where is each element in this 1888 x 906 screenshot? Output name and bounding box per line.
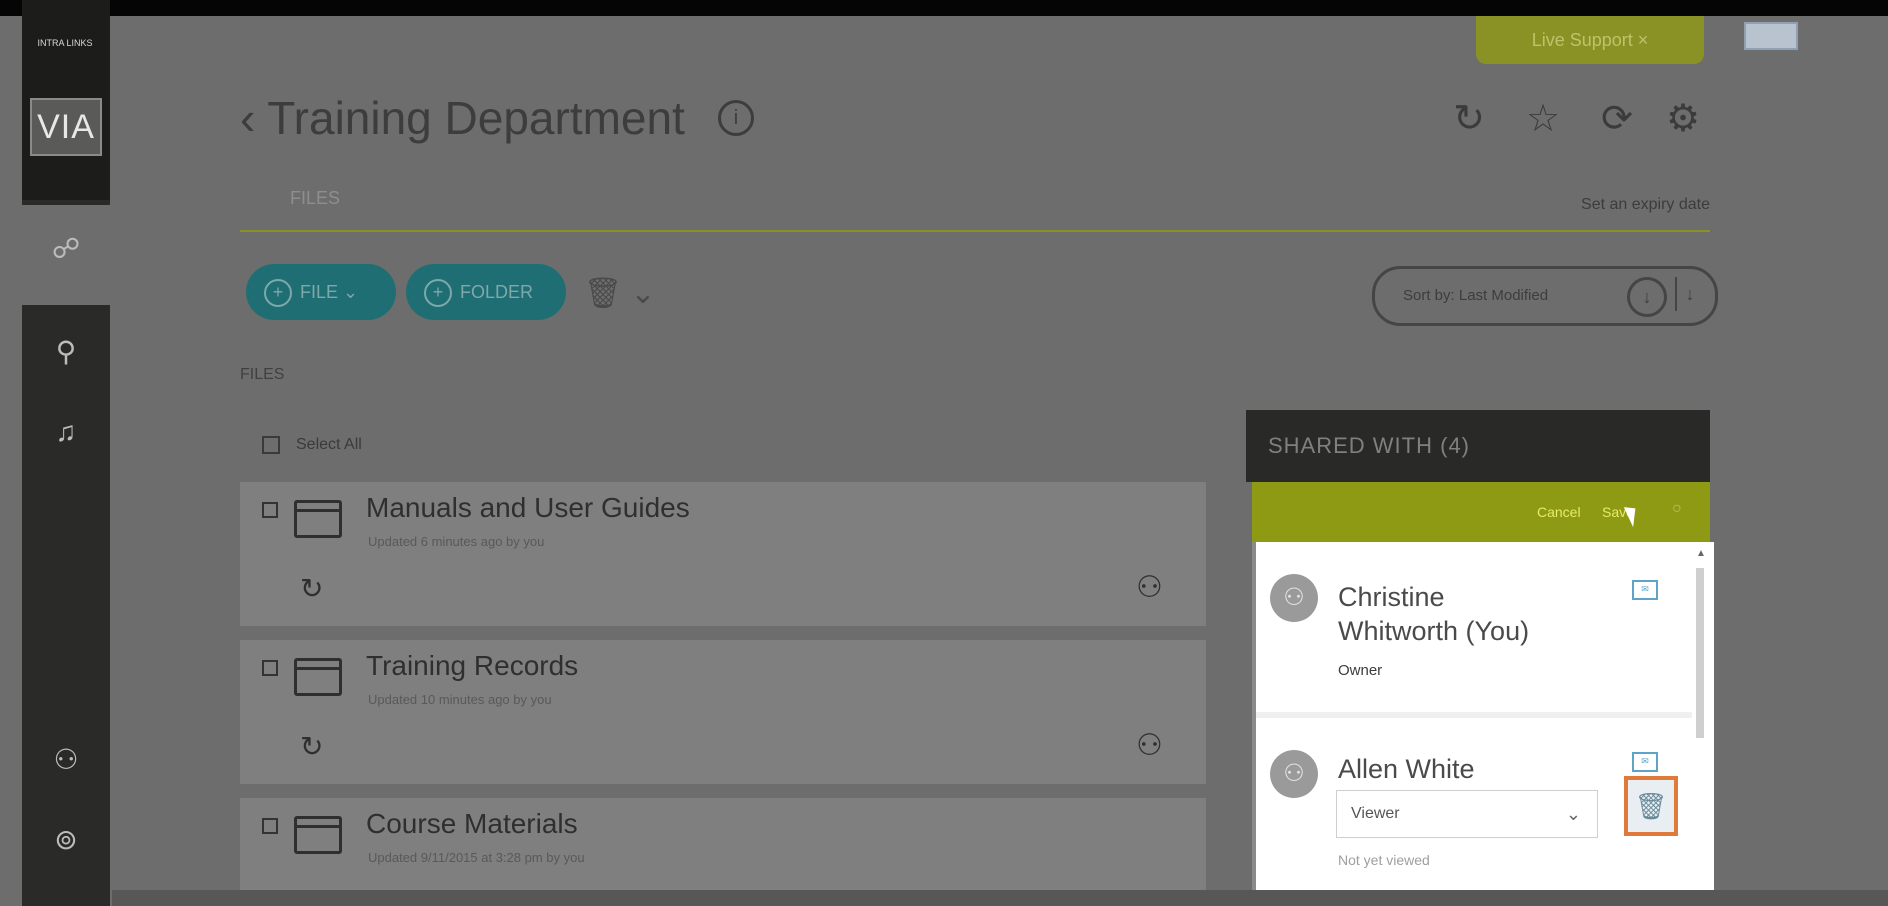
add-file-button[interactable]: + FILE ⌄ [246,264,396,320]
sidebar-item-workspaces[interactable]: ☍ [22,205,110,305]
close-icon[interactable]: ○ [1672,500,1682,518]
trash-icon: 🗑 [1634,791,1668,821]
delete-dropdown-icon[interactable]: 🗑 ⌄ [584,276,656,311]
share-panel-header: SHARED WITH (4) [1246,410,1710,482]
avatar: ⚇ [1270,750,1318,798]
row-checkbox[interactable] [262,660,278,676]
workspaces-icon: ☍ [51,233,81,264]
select-all[interactable]: Select All [262,436,362,454]
share-list-scrollbar[interactable]: ▲ [1692,548,1708,748]
logo-area: INTRA LINKS VIA [22,0,110,200]
logo[interactable]: VIA [30,98,102,156]
user-icon[interactable]: ⚇ [1136,570,1163,605]
sync-icon[interactable]: ↻ [300,730,323,763]
list-item[interactable]: Manuals and User Guides Updated 6 minute… [240,482,1206,626]
corner-thumbnail [1744,22,1798,50]
chevron-down-icon: ⌄ [1565,804,1581,824]
share-panel-title: SHARED WITH (4) [1268,433,1470,458]
email-icon[interactable]: ✉ [1632,752,1658,772]
scroll-up-icon[interactable]: ▲ [1696,548,1706,559]
role-select-value: Viewer [1351,805,1400,822]
files-section-label: FILES [240,366,285,383]
folder-name[interactable]: Training Records [366,650,578,682]
folder-updated: Updated 10 minutes ago by you [368,692,552,707]
folder-name[interactable]: Manuals and User Guides [366,492,690,524]
live-support-label: Live Support [1531,30,1633,50]
share-action-bar: Cancel Save ○ [1252,482,1710,542]
screen: INTRA LINKS VIA ☍ ⚲ ♫ ⚇ ⊚ Live Support ×… [0,0,1888,906]
sync-off-icon[interactable]: ↻ [1446,96,1492,142]
star-icon[interactable]: ☆ [1520,96,1566,142]
folder-updated: Updated 9/11/2015 at 3:28 pm by you [368,850,585,865]
user-icon[interactable]: ⚇ [44,738,88,782]
remove-user-button[interactable]: 🗑 [1624,776,1678,836]
back-chevron-icon[interactable]: ‹ [240,92,267,144]
logo-top-text: INTRA LINKS [37,38,93,48]
help-icon[interactable]: ⊚ [44,818,88,862]
user-role: Owner [1338,662,1383,679]
gear-icon[interactable]: ⚙ [1660,96,1706,142]
select-all-checkbox[interactable] [262,436,280,454]
role-select[interactable]: Viewer ⌄ [1336,790,1598,838]
user-name-line1: Christine [1338,582,1445,612]
sort-direction-icon[interactable]: ↓ [1675,277,1703,311]
email-icon[interactable]: ✉ [1632,580,1658,600]
scroll-thumb[interactable] [1696,568,1704,738]
sync-off-icon[interactable]: ↻ [300,572,323,605]
search-icon[interactable]: ⚲ [44,330,88,374]
row-checkbox[interactable] [262,818,278,834]
user-name-line2: Whitworth (You) [1338,616,1530,646]
top-border [0,0,1888,16]
avatar: ⚇ [1270,574,1318,622]
info-icon[interactable]: i [718,100,754,136]
add-folder-label: FOLDER [460,282,534,302]
live-support-tab[interactable]: Live Support × [1476,16,1704,64]
sort-order-icon[interactable]: ↓ [1627,277,1667,317]
folder-icon [294,500,342,538]
live-support-close[interactable]: × [1638,30,1649,50]
folder-name[interactable]: Course Materials [366,808,578,840]
app-window: INTRA LINKS VIA ☍ ⚲ ♫ ⚇ ⊚ Live Support ×… [0,0,1888,906]
bottom-strip [112,890,1888,906]
row-checkbox[interactable] [262,502,278,518]
page-title-row: ‹ Training Department [240,88,685,148]
user-status: Not yet viewed [1338,852,1430,868]
user-name: Allen White [1338,754,1475,784]
sort-dropdown[interactable]: Sort by: Last Modified ↓ ↓ [1372,266,1718,326]
cancel-button[interactable]: Cancel [1537,504,1581,520]
sort-label: Sort by: Last Modified [1403,287,1549,304]
bell-icon[interactable]: ♫ [44,410,88,454]
folder-icon [294,816,342,854]
user-icon[interactable]: ⚇ [1136,728,1163,763]
plus-icon: + [424,279,452,308]
folder-updated: Updated 6 minutes ago by you [368,534,545,549]
add-file-label: FILE [300,282,339,302]
page-title: Training Department [267,92,685,144]
refresh-icon[interactable]: ⟳ [1594,96,1640,142]
folder-icon [294,658,342,696]
list-separator [1256,712,1692,718]
select-all-label: Select All [296,436,362,454]
add-folder-button[interactable]: + FOLDER [406,264,566,320]
list-item[interactable]: Training Records Updated 10 minutes ago … [240,640,1206,784]
plus-icon: + [264,279,292,308]
sidebar: INTRA LINKS VIA ☍ ⚲ ♫ ⚇ ⊚ [22,0,110,906]
header-divider [240,230,1710,232]
set-expiry-link[interactable]: Set an expiry date [1540,196,1710,214]
tab-files[interactable]: FILES [290,188,340,209]
